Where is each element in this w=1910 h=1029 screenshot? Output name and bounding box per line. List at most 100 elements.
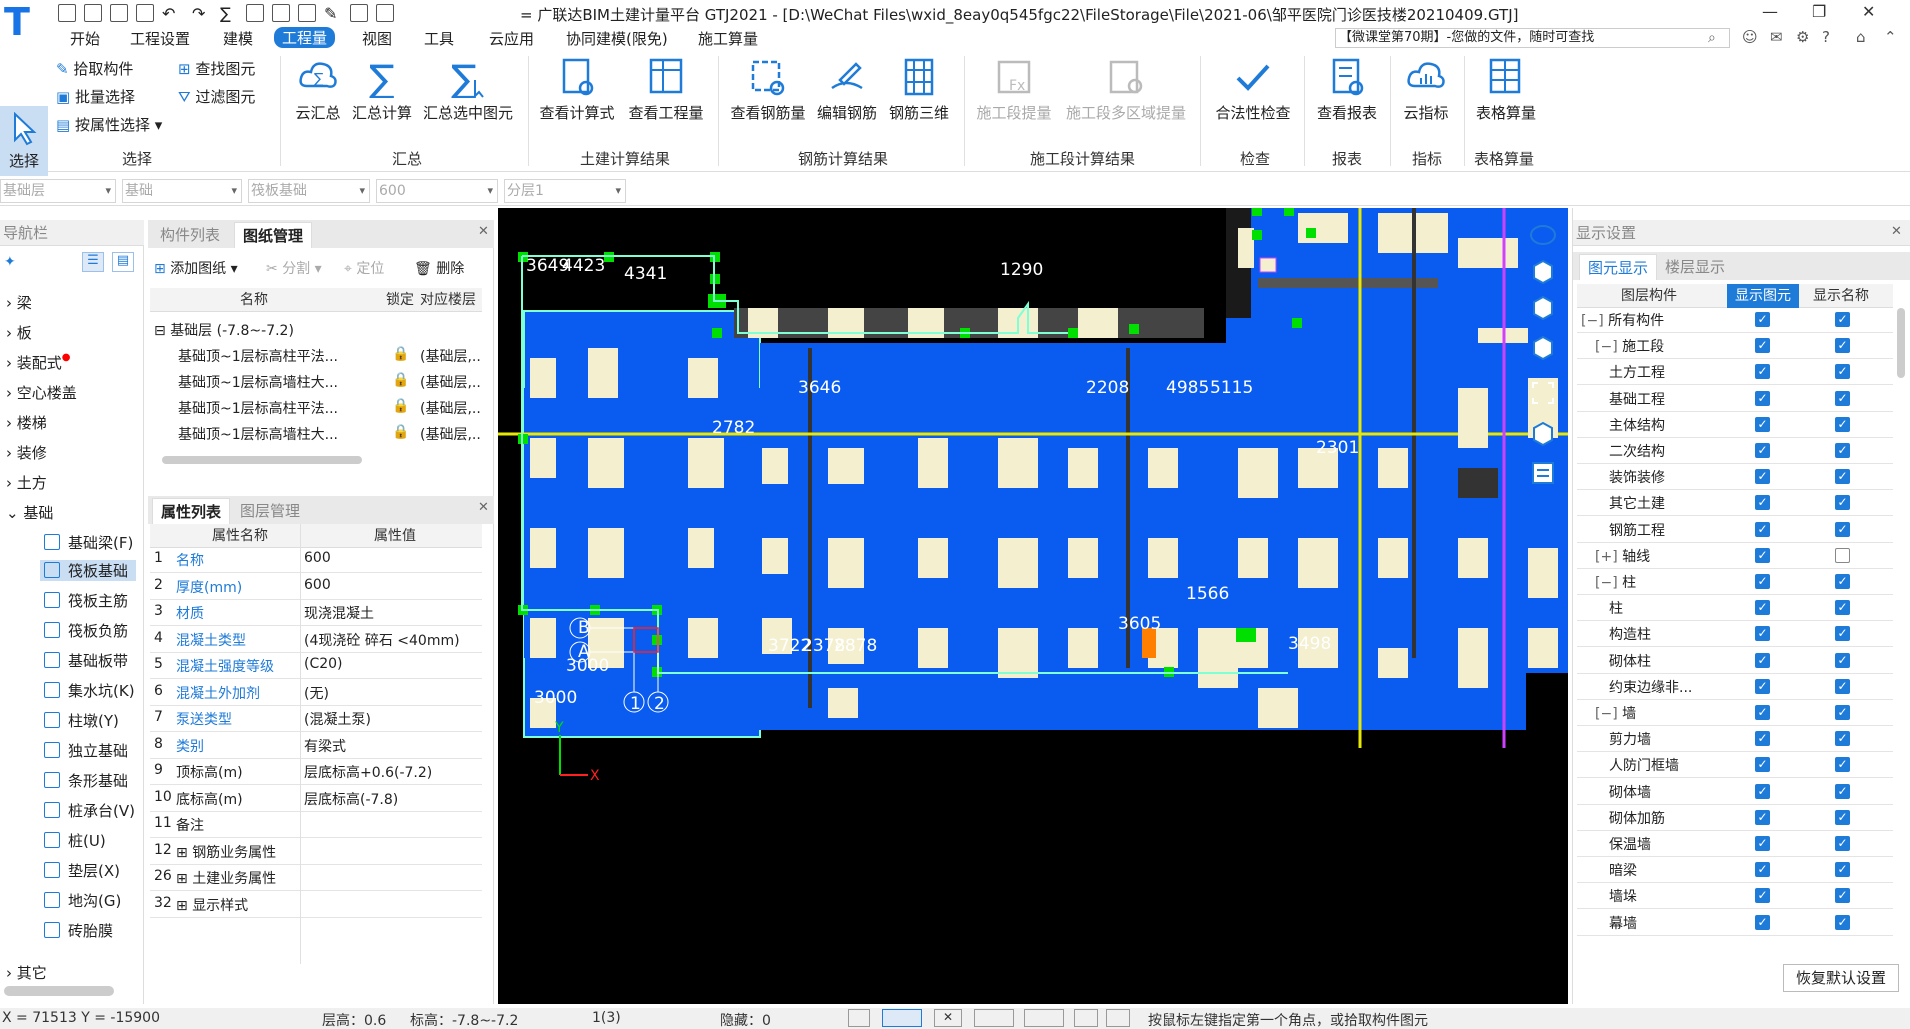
nav-sub-isolated-footing[interactable]: 独立基础	[44, 740, 128, 761]
show-name-checkbox[interactable]: ✓	[1835, 521, 1850, 537]
show-name-checkbox[interactable]: ✓	[1835, 888, 1850, 904]
locate-button[interactable]: ⌖ 定位	[344, 258, 384, 278]
restore-icon[interactable]: ❐	[1812, 2, 1826, 21]
nav-sub-slab-band[interactable]: 基础板带	[44, 650, 128, 671]
open-file-icon[interactable]	[110, 4, 128, 22]
display-row-label[interactable]: 柱	[1609, 598, 1623, 618]
drawing-row[interactable]: 基础顶~1层标高柱平法...	[178, 398, 378, 418]
close-prop-icon[interactable]: ✕	[478, 500, 489, 515]
reset-default-button[interactable]: 恢复默认设置	[1783, 964, 1899, 992]
cloud-summary-button[interactable]: ∑ 云汇总	[290, 56, 346, 123]
settings-icon[interactable]: ⚙	[1796, 28, 1809, 46]
nav-scrollbar[interactable]	[4, 986, 114, 996]
lock-icon[interactable]: 🔒	[392, 424, 409, 440]
stage-quantity-button[interactable]: Fx 施工段提量	[974, 56, 1054, 123]
display-row-label[interactable]: 基础工程	[1609, 389, 1665, 409]
layer-select[interactable]: 分层1	[504, 179, 626, 203]
nav-sub-raft-neg-rebar[interactable]: 筏板负筋	[44, 620, 128, 641]
show-element-checkbox[interactable]: ✓	[1755, 469, 1770, 485]
prop-name[interactable]: 混凝土外加剂	[176, 683, 260, 703]
nav-sub-strip-footing[interactable]: 条形基础	[44, 770, 128, 791]
snap-icon[interactable]	[848, 1009, 870, 1027]
summary-calc-button[interactable]: ∑ 汇总计算	[350, 56, 414, 123]
show-element-checkbox[interactable]: ✓	[1755, 495, 1770, 511]
close-panel-icon[interactable]: ✕	[478, 224, 489, 239]
legality-check-button[interactable]: 合法性检查	[1212, 56, 1294, 123]
nav-sub-brick-mold[interactable]: 砖胎膜	[44, 920, 113, 941]
show-element-checkbox[interactable]: ✓	[1755, 443, 1770, 458]
show-name-checkbox[interactable]: ✓	[1835, 574, 1850, 589]
show-name-checkbox[interactable]: ✓	[1835, 783, 1850, 799]
show-name-checkbox[interactable]: ✓	[1835, 416, 1850, 432]
prop-name[interactable]: ⊞ 钢筋业务属性	[176, 842, 276, 862]
rebar-3d-button[interactable]: 钢筋三维	[886, 56, 952, 123]
lock-icon[interactable]: 🔒	[392, 398, 409, 414]
show-element-checkbox[interactable]: ✓	[1755, 888, 1770, 904]
display-row-label[interactable]: 其它土建	[1609, 493, 1665, 513]
nav-sub-foundation-beam[interactable]: 基础梁(F)	[44, 532, 133, 553]
tree-view-icon[interactable]: ▤	[112, 252, 134, 272]
collapse-icon[interactable]: ⌃	[1884, 28, 1897, 46]
offset-icon[interactable]	[1024, 1009, 1064, 1027]
close-icon[interactable]: ✕	[1862, 2, 1875, 21]
angle-icon[interactable]	[974, 1009, 1014, 1027]
show-element-checkbox[interactable]: ✓	[1755, 416, 1770, 432]
display-row-label[interactable]: 人防门框墙	[1609, 755, 1679, 775]
nav-item-beam[interactable]: › 梁	[6, 292, 32, 313]
show-element-checkbox[interactable]: ✓	[1755, 757, 1770, 773]
type-select[interactable]: 筏板基础	[248, 179, 370, 203]
box-view-icon[interactable]	[1528, 418, 1558, 448]
menu-collab[interactable]: 协同建模(限免)	[566, 28, 668, 49]
floor-plan[interactable]: Y X	[498, 208, 1568, 1004]
summary-selected-button[interactable]: ∑ 汇总选中图元	[422, 56, 514, 123]
show-name-checkbox[interactable]: ✓	[1835, 443, 1850, 458]
display-row-label[interactable]: [+] 轴线	[1595, 546, 1650, 566]
home-icon[interactable]: ⌂	[1856, 28, 1866, 46]
stage-multi-area-button[interactable]: 施工段多区域提量	[1062, 56, 1190, 123]
display-row-label[interactable]: 装饰装修	[1609, 467, 1665, 487]
menu-project-settings[interactable]: 工程设置	[130, 28, 190, 49]
drawing-group[interactable]: ⊟ 基础层 (-7.8~-7.2)	[154, 320, 294, 340]
search-icon[interactable]: ⌕	[1708, 30, 1716, 46]
pick-component-button[interactable]: ✎ 拾取构件	[56, 58, 133, 79]
orbit-icon[interactable]	[1528, 220, 1558, 250]
nav-item-hollow-floor[interactable]: › 空心楼盖	[6, 382, 77, 403]
display-row-label[interactable]: 约束边缘非...	[1609, 677, 1692, 697]
notice-search[interactable]: 【微课堂第70期】-您做的文件，随时可查找	[1335, 28, 1730, 48]
nav-sub-sump[interactable]: 集水坑(K)	[44, 680, 135, 701]
pin-icon[interactable]: ✦	[4, 254, 16, 270]
show-name-checkbox[interactable]: ✓	[1835, 705, 1850, 720]
prop-name[interactable]: 底标高(m)	[176, 789, 243, 809]
undo-icon[interactable]: ↶	[162, 4, 180, 23]
prop-value[interactable]: 现浇混凝土	[304, 603, 482, 623]
print-icon[interactable]	[376, 4, 394, 22]
view-3d-icon[interactable]	[1528, 256, 1558, 286]
menu-construction[interactable]: 施工算量	[698, 28, 758, 49]
show-element-checkbox[interactable]: ✓	[1755, 574, 1770, 589]
sum-icon[interactable]: ∑	[220, 4, 238, 23]
dynamic-input-icon[interactable]	[1074, 1009, 1098, 1027]
grid-icon[interactable]	[246, 4, 264, 22]
menu-start[interactable]: 开始	[70, 28, 100, 49]
tab-layer-manage[interactable]: 图层管理	[232, 498, 309, 524]
new-file-icon[interactable]	[84, 4, 102, 22]
category-select[interactable]: 基础	[122, 179, 242, 203]
prop-value[interactable]: 600	[304, 577, 482, 593]
show-element-checkbox[interactable]: ✓	[1755, 678, 1770, 694]
display-row-label[interactable]: [−] 墙	[1595, 703, 1636, 723]
show-element-checkbox[interactable]: ✓	[1755, 600, 1770, 616]
view-report-button[interactable]: 查看报表	[1314, 56, 1380, 123]
prop-value[interactable]: (无)	[304, 683, 482, 703]
nav-item-earthwork[interactable]: › 土方	[6, 472, 47, 493]
show-element-checkbox[interactable]: ✓	[1755, 914, 1770, 930]
find-element-button[interactable]: ⊞ 查找图元	[178, 58, 255, 79]
user-icon[interactable]: ☺	[1742, 28, 1758, 46]
view-formula-button[interactable]: 查看计算式	[538, 56, 616, 123]
display-row-label[interactable]: 土方工程	[1609, 362, 1665, 382]
show-element-checkbox[interactable]: ✓	[1755, 783, 1770, 799]
show-name-checkbox[interactable]: ✓	[1835, 652, 1850, 668]
show-name-checkbox[interactable]: ✓	[1835, 600, 1850, 616]
menu-view[interactable]: 视图	[362, 28, 392, 49]
rebar-icon[interactable]	[350, 4, 368, 22]
display-row-label[interactable]: 主体结构	[1609, 415, 1665, 435]
